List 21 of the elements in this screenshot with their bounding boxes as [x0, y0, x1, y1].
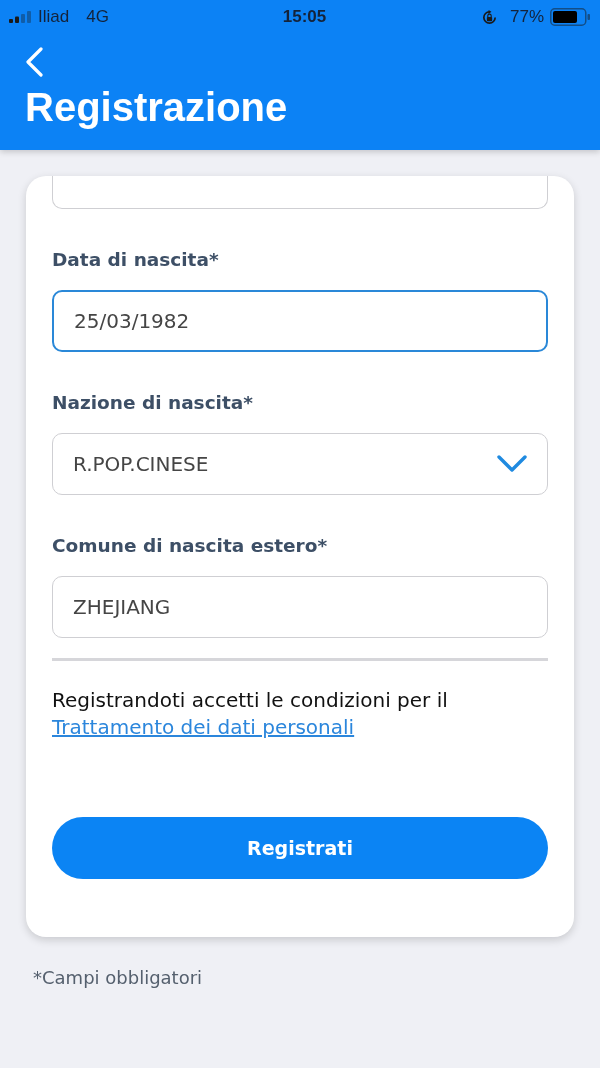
- dropdown-field[interactable]: R.POP.CINESE: [52, 433, 548, 495]
- status-time: 15:05: [282, 7, 327, 27]
- field-label: Nazione di nascita*: [52, 391, 254, 415]
- back-icon[interactable]: [25, 47, 43, 77]
- chevron-down-icon: [497, 455, 527, 473]
- register-button[interactable]: Registrati: [52, 817, 548, 879]
- required-fields-note: *Campi obbligatori: [33, 967, 204, 988]
- privacy-link[interactable]: Trattamento dei dati personali: [52, 715, 355, 739]
- consent-text: Registrandoti accetti le condizioni per il Trattamento dei dati personali: [52, 687, 449, 741]
- field-label: Comune di nascita estero*: [52, 534, 329, 558]
- rotation-lock-icon: [480, 8, 498, 26]
- page-title: Registrazione: [25, 85, 289, 129]
- input-field[interactable]: ZHEJIANG: [52, 576, 548, 638]
- field-label: Data di nascita*: [52, 248, 220, 272]
- signal-bars-icon: [9, 11, 31, 23]
- input-field[interactable]: [52, 176, 548, 209]
- battery-percent: 77%: [509, 7, 544, 27]
- input-field[interactable]: 25/03/1982: [52, 290, 548, 352]
- carrier-name: Iliad: [38, 7, 70, 27]
- battery-icon: [550, 8, 590, 26]
- network-type: 4G: [86, 7, 109, 27]
